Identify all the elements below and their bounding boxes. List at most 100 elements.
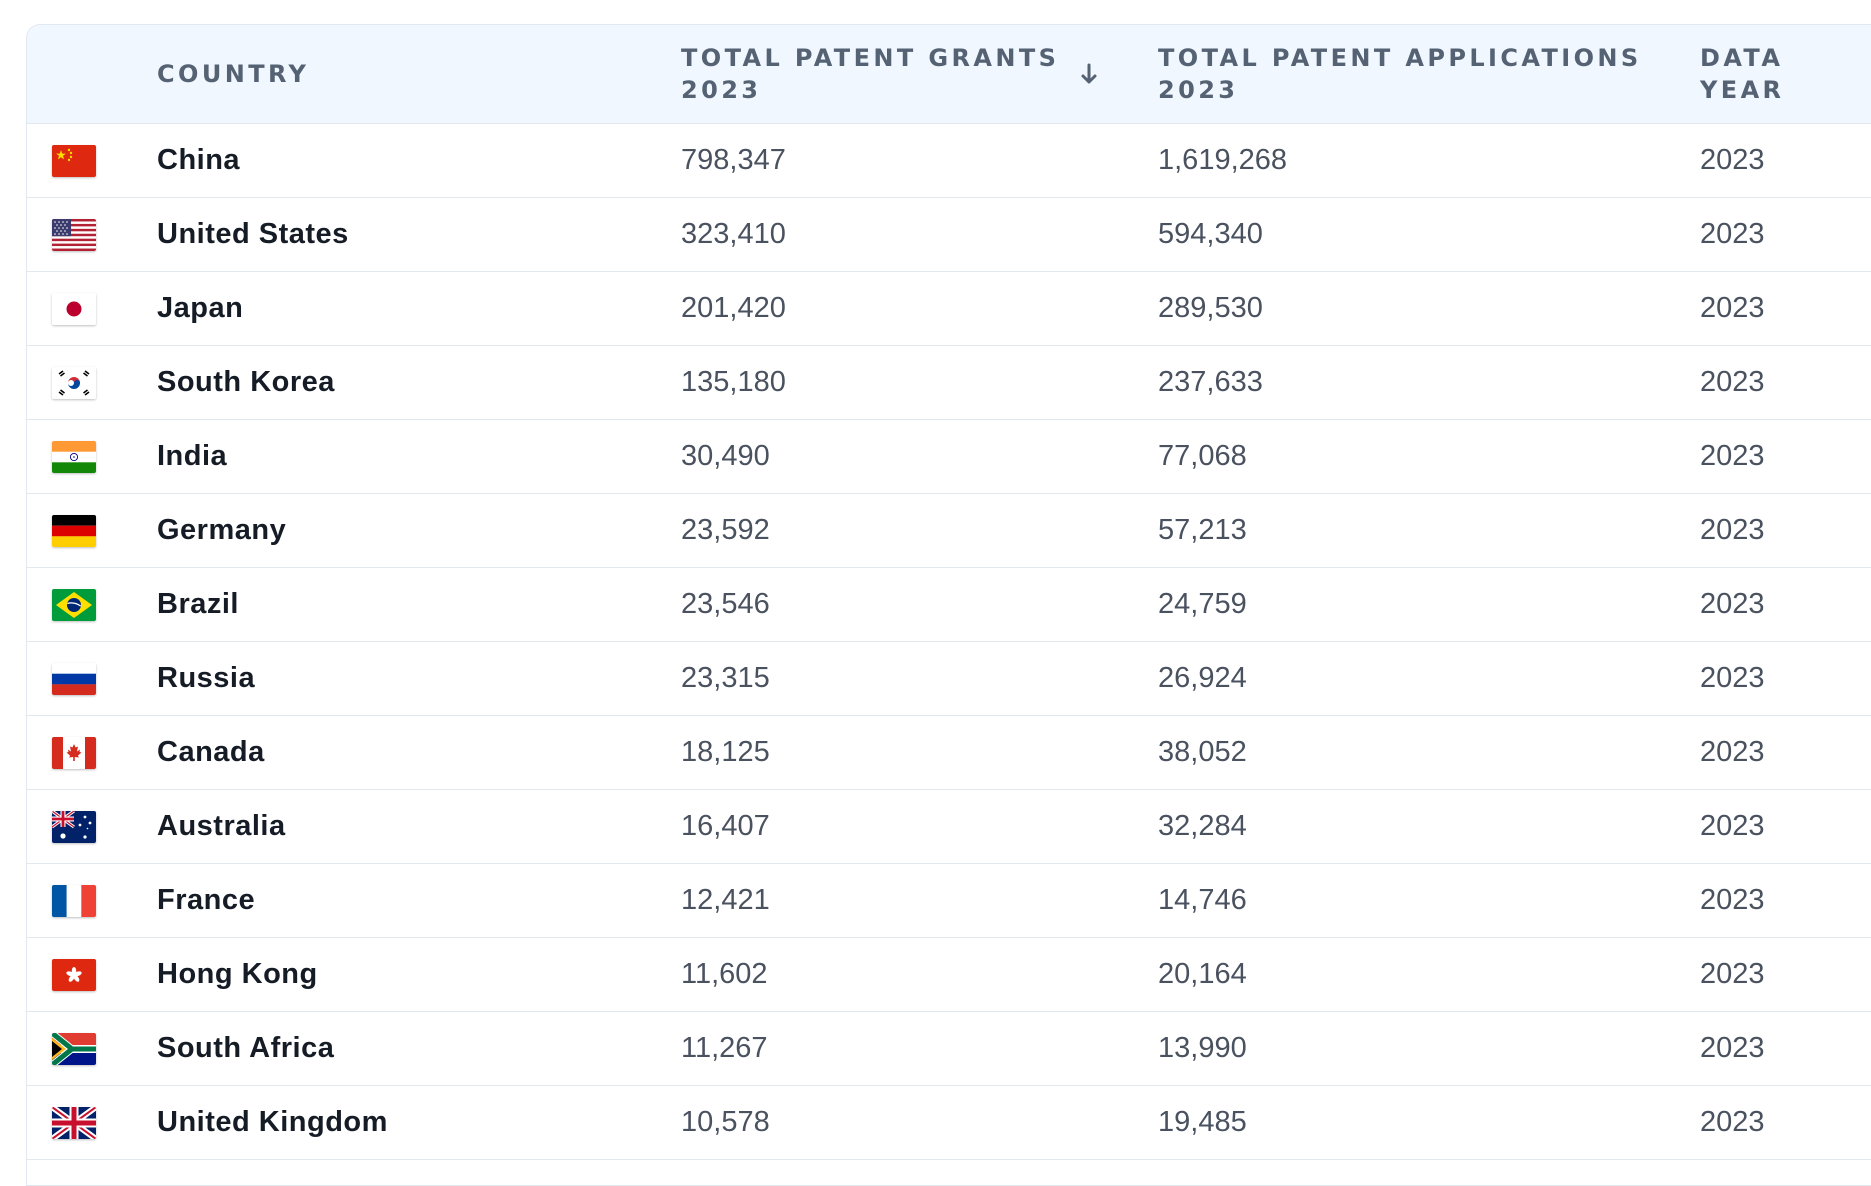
country-name: South Africa [157, 1032, 335, 1064]
patent-applications-value: 57,213 [1158, 514, 1247, 546]
column-header-country-label: COUNTRY [157, 60, 310, 88]
column-header-applications-line2: 2023 [1158, 76, 1239, 104]
patent-applications-value: 20,164 [1158, 958, 1247, 990]
column-header-applications-line1: TOTAL PATENT APPLICATIONS [1158, 44, 1642, 72]
column-header-grants[interactable]: TOTAL PATENT GRANTS 2023 [681, 25, 1121, 123]
column-header-applications[interactable]: TOTAL PATENT APPLICATIONS 2023 [1158, 25, 1678, 123]
flag-cell [52, 494, 98, 567]
france-flag-icon [52, 884, 96, 917]
hong-kong-flag-icon [52, 958, 96, 991]
patent-grants-value: 30,490 [681, 440, 770, 472]
table-body: China 798,347 1,619,268 2023 United Stat… [27, 124, 1871, 1160]
patent-grants-value: 11,602 [681, 958, 768, 990]
data-year-value: 2023 [1700, 144, 1765, 176]
flag-cell [52, 198, 98, 271]
patent-grants-value: 11,267 [681, 1032, 768, 1064]
table-row-australia[interactable]: Australia 16,407 32,284 2023 [27, 790, 1871, 864]
flag-cell [52, 864, 98, 937]
patent-grants-value: 23,592 [681, 514, 770, 546]
flag-cell [52, 1086, 98, 1159]
country-name: United States [157, 218, 349, 250]
country-name: Brazil [157, 588, 239, 620]
table-row-france[interactable]: France 12,421 14,746 2023 [27, 864, 1871, 938]
column-header-year-line2: YEAR [1700, 76, 1785, 104]
column-header-year-line1: DATA [1700, 44, 1784, 72]
patent-grants-value: 23,546 [681, 588, 770, 620]
patent-applications-value: 237,633 [1158, 366, 1263, 398]
table-row-united-kingdom[interactable]: United Kingdom 10,578 19,485 2023 [27, 1086, 1871, 1160]
patent-applications-value: 594,340 [1158, 218, 1263, 250]
patent-grants-value: 18,125 [681, 736, 770, 768]
patent-grants-value: 135,180 [681, 366, 786, 398]
data-year-value: 2023 [1700, 1106, 1765, 1138]
data-year-value: 2023 [1700, 514, 1765, 546]
country-name: United Kingdom [157, 1106, 388, 1138]
flag-cell [52, 420, 98, 493]
table-row-united-states[interactable]: United States 323,410 594,340 2023 [27, 198, 1871, 272]
patent-applications-value: 289,530 [1158, 292, 1263, 324]
patent-applications-value: 38,052 [1158, 736, 1247, 768]
data-year-value: 2023 [1700, 736, 1765, 768]
flag-cell [52, 272, 98, 345]
table-row-japan[interactable]: Japan 201,420 289,530 2023 [27, 272, 1871, 346]
table-row-hong-kong[interactable]: Hong Kong 11,602 20,164 2023 [27, 938, 1871, 1012]
flag-cell [52, 1012, 98, 1085]
patent-grants-value: 23,315 [681, 662, 770, 694]
south-korea-flag-icon [52, 366, 96, 399]
patent-grants-value: 323,410 [681, 218, 786, 250]
table-row-south-africa[interactable]: South Africa 11,267 13,990 2023 [27, 1012, 1871, 1086]
country-name: Hong Kong [157, 958, 318, 990]
data-year-value: 2023 [1700, 958, 1765, 990]
patent-grants-value: 10,578 [681, 1106, 770, 1138]
united-states-flag-icon [52, 218, 96, 251]
patent-grants-value: 798,347 [681, 144, 786, 176]
data-year-value: 2023 [1700, 662, 1765, 694]
data-year-value: 2023 [1700, 218, 1765, 250]
patent-applications-value: 32,284 [1158, 810, 1247, 842]
patent-grants-value: 201,420 [681, 292, 786, 324]
column-header-country[interactable]: COUNTRY [157, 25, 657, 123]
patent-grants-value: 16,407 [681, 810, 770, 842]
table-row-russia[interactable]: Russia 23,315 26,924 2023 [27, 642, 1871, 716]
flag-cell [52, 568, 98, 641]
germany-flag-icon [52, 514, 96, 547]
country-name: India [157, 440, 228, 472]
country-name: France [157, 884, 256, 916]
table-row-canada[interactable]: Canada 18,125 38,052 2023 [27, 716, 1871, 790]
india-flag-icon [52, 440, 96, 473]
country-name: Germany [157, 514, 287, 546]
column-header-grants-line1: TOTAL PATENT GRANTS [681, 44, 1060, 72]
data-year-value: 2023 [1700, 366, 1765, 398]
table-row-brazil[interactable]: Brazil 23,546 24,759 2023 [27, 568, 1871, 642]
canada-flag-icon [52, 736, 96, 769]
china-flag-icon [52, 144, 96, 177]
united-kingdom-flag-icon [52, 1106, 96, 1139]
table-header: COUNTRY TOTAL PATENT GRANTS 2023 TOTAL P… [27, 25, 1871, 124]
column-header-grants-line2: 2023 [681, 76, 762, 104]
patent-applications-value: 14,746 [1158, 884, 1247, 916]
flag-cell [52, 642, 98, 715]
russia-flag-icon [52, 662, 96, 695]
patent-applications-value: 1,619,268 [1158, 144, 1288, 176]
flag-cell [52, 124, 98, 197]
patent-grants-value: 12,421 [681, 884, 770, 916]
country-name: Australia [157, 810, 286, 842]
table-row-germany[interactable]: Germany 23,592 57,213 2023 [27, 494, 1871, 568]
japan-flag-icon [52, 292, 96, 325]
country-name: China [157, 144, 241, 176]
australia-flag-icon [52, 810, 96, 843]
table-row-south-korea[interactable]: South Korea 135,180 237,633 2023 [27, 346, 1871, 420]
country-name: Japan [157, 292, 244, 324]
data-year-value: 2023 [1700, 810, 1765, 842]
flag-cell [52, 346, 98, 419]
data-year-value: 2023 [1700, 1032, 1765, 1064]
column-header-data-year[interactable]: DATA YEAR [1700, 25, 1860, 123]
table-row-china[interactable]: China 798,347 1,619,268 2023 [27, 124, 1871, 198]
arrow-down-icon[interactable] [1077, 57, 1101, 91]
data-year-value: 2023 [1700, 884, 1765, 916]
patent-applications-value: 24,759 [1158, 588, 1247, 620]
patent-applications-value: 26,924 [1158, 662, 1247, 694]
country-name: Russia [157, 662, 256, 694]
patent-applications-value: 77,068 [1158, 440, 1247, 472]
table-row-india[interactable]: India 30,490 77,068 2023 [27, 420, 1871, 494]
